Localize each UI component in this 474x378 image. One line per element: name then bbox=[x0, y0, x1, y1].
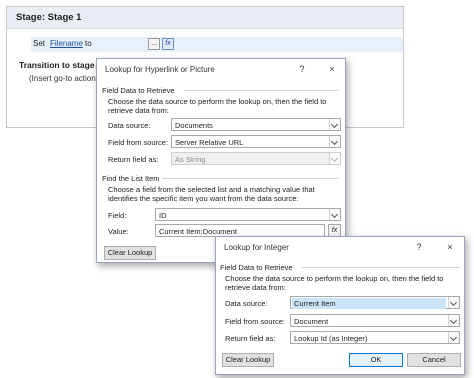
dialog-title: Lookup for Integer bbox=[224, 243, 289, 252]
data-source-dropdown[interactable]: Current Item bbox=[290, 296, 460, 309]
group-field-data-title: Field Data to Retrieve bbox=[102, 86, 175, 95]
data-source-value: Current Item bbox=[292, 298, 446, 309]
field-from-source-value: Server Relative URL bbox=[175, 138, 244, 147]
group-field-data-desc: Choose the data source to perform the lo… bbox=[108, 97, 327, 115]
close-icon[interactable]: × bbox=[327, 64, 337, 74]
group-field-data-title: Field Data to Retrieve bbox=[220, 263, 293, 272]
return-field-value: Lookup Id (as Integer) bbox=[294, 334, 368, 343]
return-field-label: Return field as: bbox=[225, 334, 276, 343]
chevron-down-icon[interactable] bbox=[448, 297, 459, 308]
help-icon[interactable]: ? bbox=[297, 64, 307, 74]
return-field-dropdown[interactable]: Lookup Id (as Integer) bbox=[290, 331, 460, 344]
group-find-item-title: Find the List Item bbox=[102, 174, 160, 183]
field-value: ID bbox=[159, 211, 167, 220]
group-field-data-desc: Choose the data source to perform the lo… bbox=[225, 274, 444, 292]
return-field-dropdown: As String bbox=[171, 152, 341, 165]
field-from-source-label: Field from source: bbox=[225, 317, 286, 326]
field-from-source-dropdown[interactable]: Server Relative URL bbox=[171, 135, 341, 148]
lookup-hyperlink-dialog: Lookup for Hyperlink or Picture ? × Fiel… bbox=[96, 58, 346, 263]
data-source-label: Data source: bbox=[225, 299, 268, 308]
return-field-value: As String bbox=[175, 155, 206, 164]
close-icon[interactable]: × bbox=[445, 242, 455, 252]
chevron-down-icon[interactable] bbox=[329, 136, 340, 147]
return-field-label: Return field as: bbox=[108, 155, 159, 164]
chevron-down-icon[interactable] bbox=[329, 119, 340, 130]
value-label: Value: bbox=[108, 227, 129, 236]
field-from-source-dropdown[interactable]: Document bbox=[290, 314, 460, 327]
group-divider bbox=[184, 90, 339, 91]
chevron-down-icon bbox=[329, 153, 340, 164]
clear-lookup-button[interactable]: Clear Lookup bbox=[104, 246, 156, 260]
transition-title: Transition to stage bbox=[19, 60, 95, 70]
stage-header: Stage: Stage 1 bbox=[7, 7, 403, 29]
chevron-down-icon[interactable] bbox=[448, 315, 459, 326]
data-source-dropdown[interactable]: Documents bbox=[171, 118, 341, 131]
help-icon[interactable]: ? bbox=[414, 242, 424, 252]
data-source-value: Documents bbox=[175, 121, 213, 130]
transition-hint[interactable]: (Insert go-to action bbox=[29, 74, 96, 83]
value-text: Current Item:Document bbox=[159, 227, 237, 236]
cancel-button[interactable]: Cancel bbox=[407, 353, 461, 367]
set-prefix: Set bbox=[33, 39, 46, 48]
clear-lookup-button[interactable]: Clear Lookup bbox=[222, 353, 274, 367]
ok-button[interactable]: OK bbox=[349, 353, 403, 367]
dialog-titlebar[interactable]: Lookup for Hyperlink or Picture ? × bbox=[97, 59, 345, 79]
field-from-source-label: Field from source: bbox=[108, 138, 169, 147]
set-action-row[interactable]: Set Filename to ... fx bbox=[31, 37, 403, 52]
group-divider bbox=[302, 267, 460, 268]
data-source-label: Data source: bbox=[108, 121, 151, 130]
stage-title: Stage: Stage 1 bbox=[16, 12, 82, 23]
dialog-titlebar[interactable]: Lookup for Integer ? × bbox=[216, 237, 464, 257]
dialog-title: Lookup for Hyperlink or Picture bbox=[105, 65, 215, 74]
group-divider bbox=[162, 178, 339, 179]
fx-icon[interactable]: fx bbox=[162, 38, 174, 50]
chevron-down-icon[interactable] bbox=[329, 209, 340, 220]
field-dropdown[interactable]: ID bbox=[155, 208, 341, 221]
group-find-item-desc: Choose a field from the selected list an… bbox=[108, 185, 315, 203]
set-suffix: to bbox=[85, 39, 92, 48]
filename-link[interactable]: Filename bbox=[50, 39, 83, 48]
ellipsis-button[interactable]: ... bbox=[148, 38, 160, 50]
lookup-integer-dialog: Lookup for Integer ? × Field Data to Ret… bbox=[215, 236, 465, 375]
field-label: Field: bbox=[108, 211, 127, 220]
chevron-down-icon[interactable] bbox=[448, 332, 459, 343]
field-from-source-value: Document bbox=[294, 317, 329, 326]
